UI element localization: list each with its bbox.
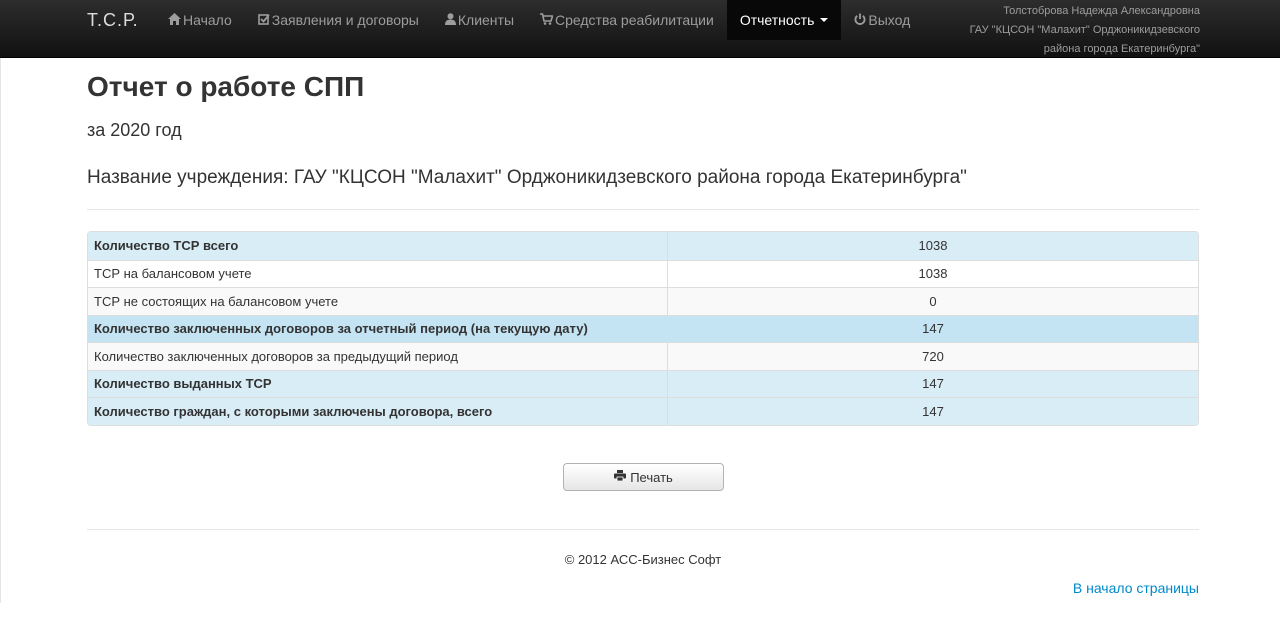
nav-item-reports-label: Отчетность	[739, 12, 815, 28]
print-button-label: Печать	[630, 469, 673, 485]
report-year: за 2020 год	[87, 120, 182, 140]
nav-item-logout-label: Выход	[868, 12, 911, 28]
divider	[87, 529, 1199, 530]
row-label: ТСР не состоящих на балансовом учете	[88, 287, 668, 315]
row-label: Количество заключенных договоров за пред…	[88, 342, 668, 370]
table-row: Количество выданных ТСР 147	[88, 369, 1198, 397]
top-navbar: Т.С.Р. Начало Заявления и договоры Клиен…	[0, 0, 1280, 58]
nav-item-home-label: Начало	[183, 12, 232, 28]
main-nav: Начало Заявления и договоры Клиенты Сред…	[155, 0, 923, 40]
nav-item-rehab-means[interactable]: Средства реабилитации	[527, 0, 727, 40]
table-row: Количество заключенных договоров за отче…	[88, 314, 1198, 342]
table-row: Количество заключенных договоров за пред…	[88, 342, 1198, 370]
user-org-line2: района города Екатеринбурга"	[1043, 43, 1200, 55]
report-table: Количество ТСР всего 1038 ТСР на балансо…	[87, 231, 1199, 426]
page-title: Отчет о работе СПП	[87, 71, 365, 102]
user-icon	[444, 12, 456, 28]
nav-item-rehab-means-label: Средства реабилитации	[555, 12, 714, 28]
divider	[87, 209, 1199, 210]
row-label: Количество граждан, с которыми заключены…	[88, 397, 668, 425]
caret-down-icon	[820, 18, 829, 22]
nav-item-clients-label: Клиенты	[457, 12, 515, 28]
nav-item-logout[interactable]: Выход	[841, 0, 923, 40]
row-value: 0	[668, 287, 1198, 315]
table-row: Количество ТСР всего 1038	[88, 232, 1198, 260]
row-value: 147	[668, 314, 1198, 342]
edit-icon	[257, 12, 270, 28]
row-value: 1038	[668, 232, 1198, 260]
cart-icon	[540, 12, 554, 28]
nav-item-applications-label: Заявления и договоры	[271, 12, 419, 28]
row-value: 1038	[668, 259, 1198, 287]
nav-item-home[interactable]: Начало	[155, 0, 245, 40]
row-value: 147	[668, 397, 1198, 425]
nav-item-applications[interactable]: Заявления и договоры	[245, 0, 432, 40]
user-org-line1: ГАУ "КЦСОН "Малахит" Орджоникидзевского	[969, 24, 1200, 36]
footer-copyright: © 2012 АСС-Бизнес Софт	[564, 552, 722, 567]
back-to-top-link[interactable]: В начало страницы	[1073, 580, 1199, 596]
print-button[interactable]: Печать	[563, 463, 724, 491]
power-icon	[854, 12, 866, 28]
brand-logo[interactable]: Т.С.Р.	[87, 10, 139, 31]
row-value: 147	[668, 369, 1198, 397]
table-row: Количество граждан, с которыми заключены…	[88, 397, 1198, 425]
row-label: Количество заключенных договоров за отче…	[88, 314, 668, 342]
page-edge-divider	[0, 58, 1, 603]
nav-item-clients[interactable]: Клиенты	[432, 0, 527, 40]
nav-item-reports[interactable]: Отчетность	[726, 0, 842, 40]
row-value: 720	[668, 342, 1198, 370]
user-info: Толстоброва Надежда Александровна ГАУ "К…	[970, 2, 1200, 59]
row-label: Количество ТСР всего	[88, 232, 668, 260]
table-row: ТСР не состоящих на балансовом учете 0	[88, 287, 1198, 315]
user-name: Толстоброва Надежда Александровна	[1003, 5, 1200, 17]
home-icon	[168, 12, 181, 28]
row-label: ТСР на балансовом учете	[88, 259, 668, 287]
printer-icon	[614, 470, 627, 484]
table-row: ТСР на балансовом учете 1038	[88, 259, 1198, 287]
organization-name: Название учреждения: ГАУ "КЦСОН "Малахит…	[87, 167, 967, 188]
row-label: Количество выданных ТСР	[88, 369, 668, 397]
